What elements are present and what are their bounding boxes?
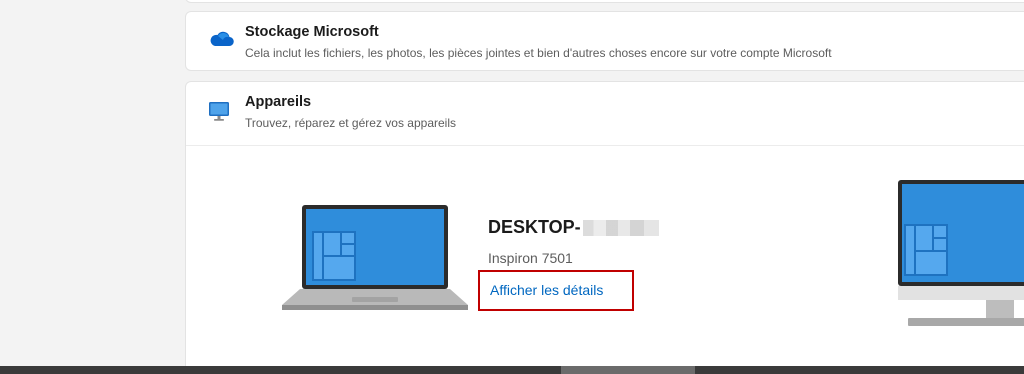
monitor-icon (208, 100, 230, 127)
taskbar-active-item[interactable] (561, 366, 695, 374)
taskbar-strip (0, 366, 1024, 374)
desktop-computer-icon (898, 180, 1024, 337)
devices-subtitle: Trouvez, réparez et gérez vos appareils (245, 116, 456, 130)
show-details-link[interactable]: Afficher les détails (490, 282, 603, 298)
device-name: DESKTOP- (488, 217, 659, 238)
device-model: Inspiron 7501 (488, 250, 573, 266)
cloud-icon (208, 30, 234, 53)
account-page: Stockage Microsoft Cela inclut les fichi… (0, 0, 1024, 374)
device-name-text: DESKTOP- (488, 217, 581, 237)
devices-card-header[interactable]: Appareils Trouvez, réparez et gérez vos … (186, 82, 1024, 144)
storage-card[interactable]: Stockage Microsoft Cela inclut les fichi… (185, 11, 1024, 71)
laptop-icon (282, 205, 468, 316)
devices-divider (186, 145, 1024, 146)
storage-title: Stockage Microsoft (245, 24, 379, 40)
redacted-device-id (582, 219, 659, 236)
storage-card-header[interactable]: Stockage Microsoft Cela inclut les fichi… (186, 12, 1024, 74)
storage-subtitle: Cela inclut les fichiers, les photos, le… (245, 46, 832, 60)
devices-card: Appareils Trouvez, réparez et gérez vos … (185, 81, 1024, 374)
details-link-highlight: Afficher les détails (478, 270, 634, 311)
devices-title: Appareils (245, 94, 312, 110)
previous-card-edge (185, 0, 1024, 3)
